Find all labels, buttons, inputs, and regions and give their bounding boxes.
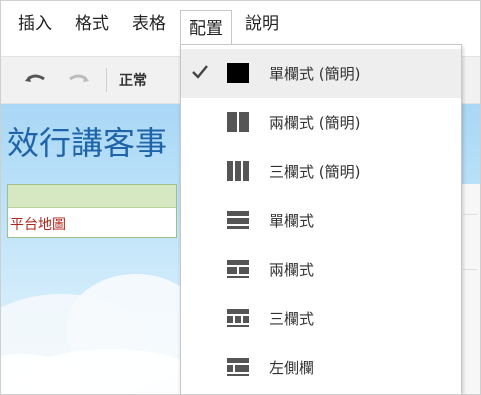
layout-option-label: 單欄式 (簡明) (269, 65, 361, 83)
layout-option-single-simple[interactable]: 單欄式 (簡明) (181, 49, 461, 98)
layout-dropdown-menu: 單欄式 (簡明) 兩欄式 (簡明) 三欄式 (簡明) 單欄式 兩欄式 三欄式 左… (180, 44, 462, 394)
menu-format[interactable]: 格式 (75, 12, 109, 36)
redo-icon (69, 74, 89, 82)
layout-option-single[interactable]: 單欄式 (181, 196, 461, 245)
three-column-simple-icon (227, 161, 249, 181)
layout-option-two-simple[interactable]: 兩欄式 (簡明) (181, 98, 461, 147)
menu-insert[interactable]: 插入 (18, 12, 52, 36)
blog-navbar: 平台地圖 (7, 184, 177, 238)
toolbar-separator (106, 68, 107, 92)
menu-table[interactable]: 表格 (132, 12, 166, 36)
two-column-simple-icon (227, 112, 249, 132)
single-column-icon (227, 211, 249, 229)
single-column-simple-icon (227, 63, 249, 83)
checkmark-icon (192, 65, 208, 79)
undo-icon (25, 74, 45, 82)
right-panel (459, 184, 480, 394)
panel-divider (463, 214, 477, 215)
navbar-header (8, 185, 176, 208)
editor-window: 插入 格式 表格 配置 說明 正常 效行講客事 平台地圖 單欄式 (簡明) 兩欄… (0, 0, 481, 395)
menubar: 插入 格式 表格 配置 說明 (1, 1, 480, 45)
sitemap-link[interactable]: 平台地圖 (10, 214, 66, 234)
panel-divider (463, 269, 477, 270)
layout-option-label: 三欄式 (簡明) (269, 163, 361, 181)
blog-title: 效行講客事 (7, 124, 168, 162)
layout-option-left-sidebar[interactable]: 左側欄 (181, 343, 461, 392)
three-column-icon (227, 309, 249, 327)
left-sidebar-icon (227, 358, 249, 376)
layout-option-label: 兩欄式 (269, 261, 315, 279)
undo-button[interactable] (23, 67, 49, 91)
layout-option-label: 單欄式 (269, 212, 315, 230)
paragraph-format-select[interactable]: 正常 (119, 70, 147, 90)
redo-button[interactable] (65, 67, 91, 91)
menu-help[interactable]: 說明 (245, 12, 279, 36)
menu-layout[interactable]: 配置 (180, 10, 232, 44)
layout-option-label: 兩欄式 (簡明) (269, 114, 361, 132)
layout-option-two[interactable]: 兩欄式 (181, 245, 461, 294)
layout-option-label: 三欄式 (269, 310, 315, 328)
layout-option-three[interactable]: 三欄式 (181, 294, 461, 343)
layout-option-label: 左側欄 (269, 359, 315, 377)
layout-option-three-simple[interactable]: 三欄式 (簡明) (181, 147, 461, 196)
two-column-icon (227, 260, 249, 278)
